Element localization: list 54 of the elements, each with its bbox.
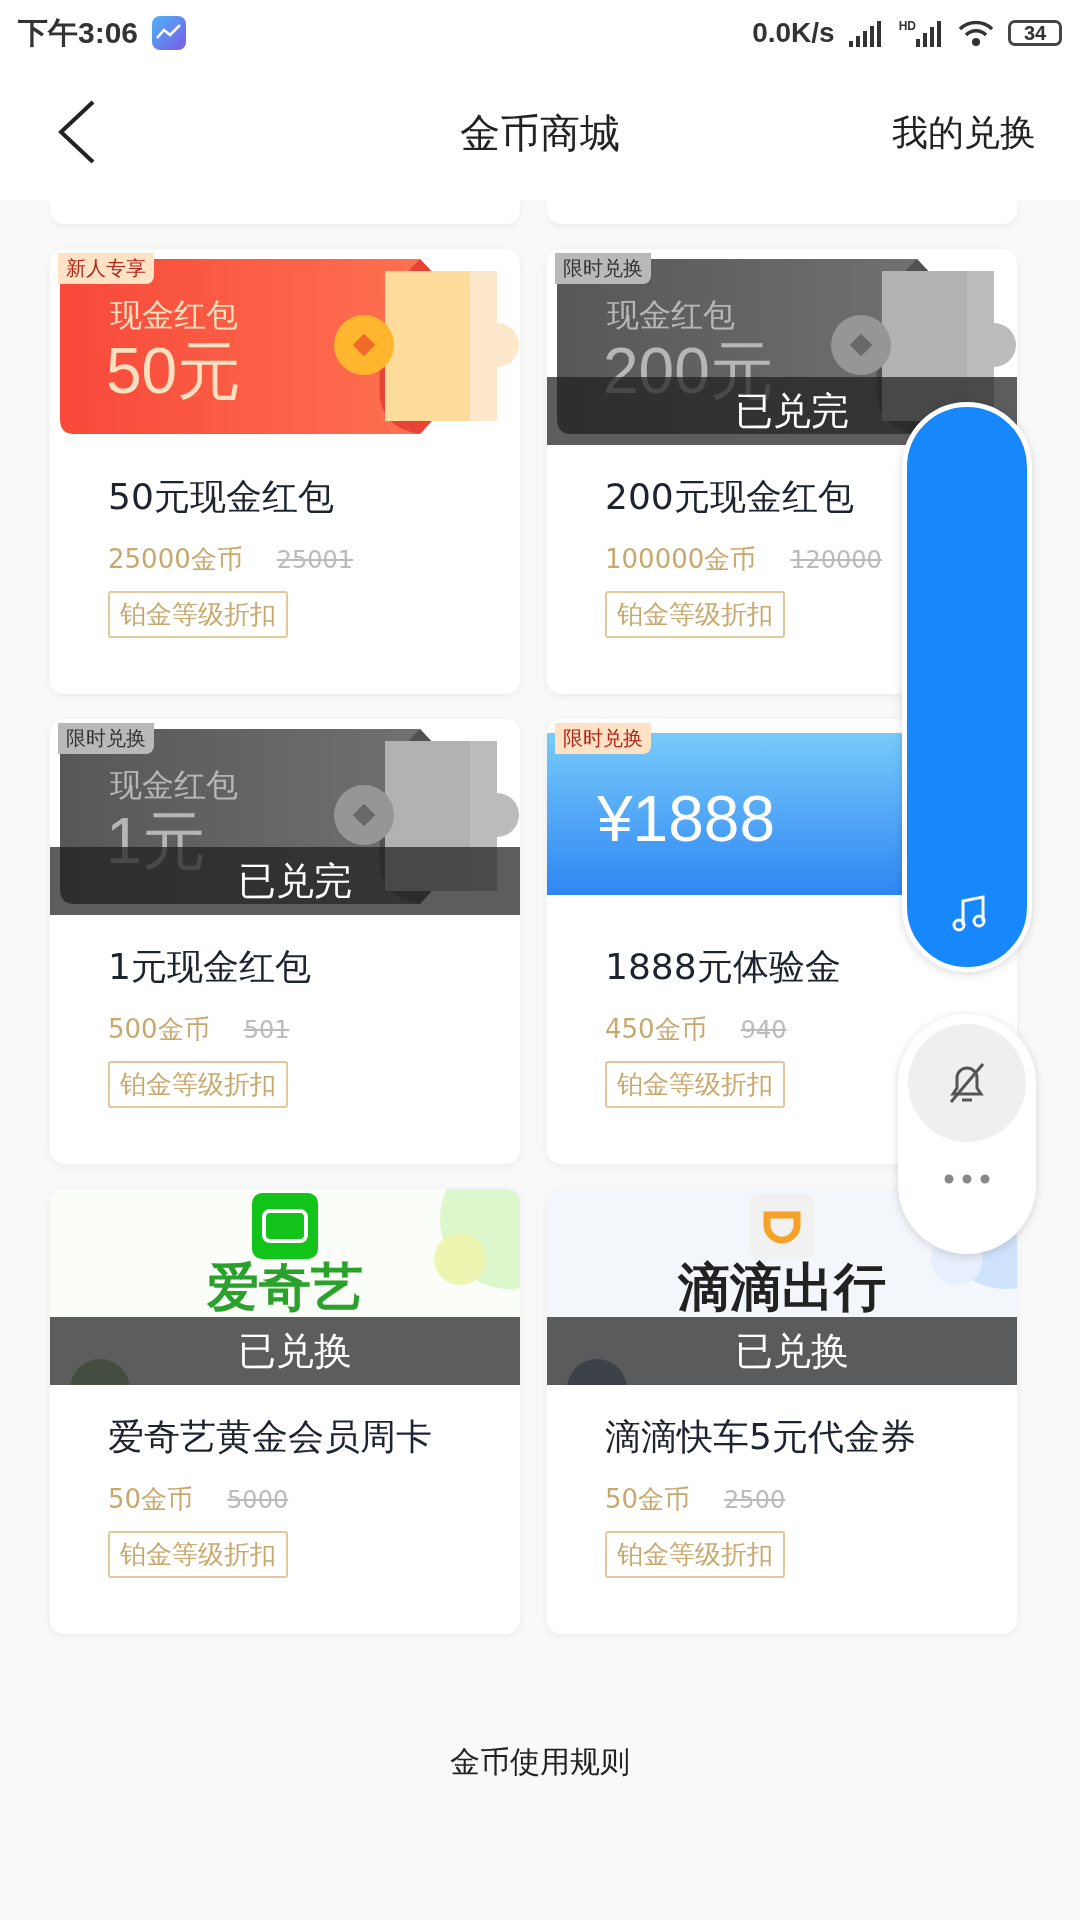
promo-tag: 限时兑换 xyxy=(58,723,154,754)
brand-name: 滴滴出行 xyxy=(678,1261,886,1313)
product-name: 200元现金红包 xyxy=(605,475,854,519)
product-name: 1888元体验金 xyxy=(605,945,841,989)
promo-tag: 新人专享 xyxy=(58,253,154,284)
original-price: 501 xyxy=(243,1016,290,1044)
banner-amount: 50元 xyxy=(106,339,242,403)
product-name: 1元现金红包 xyxy=(108,945,311,989)
coin-price: 50金币 xyxy=(605,1483,691,1516)
brand-name: 爱奇艺 xyxy=(207,1261,363,1313)
discount-badge: 铂金等级折扣 xyxy=(605,591,785,638)
banner-label: 现金红包 xyxy=(110,295,238,336)
original-price: 25001 xyxy=(276,546,354,574)
signal-icon xyxy=(916,19,944,47)
discount-badge: 铂金等级折扣 xyxy=(605,1531,785,1578)
status-time: 下午3:06 xyxy=(18,14,139,51)
discount-badge: 铂金等级折扣 xyxy=(605,1061,785,1108)
product-card[interactable]: 新人专享 现金红包 50元 50元现金红包 25000金币 25001 铂金等级折扣 xyxy=(50,249,520,694)
discount-badge: 铂金等级折扣 xyxy=(108,1531,288,1578)
product-name: 滴滴快车5元代金券 xyxy=(605,1415,916,1459)
coin-price: 450金币 xyxy=(605,1013,707,1046)
coin-price: 500金币 xyxy=(108,1013,210,1046)
original-price: 120000 xyxy=(790,546,882,574)
promo-tag: 限时兑换 xyxy=(555,253,651,284)
promo-tag: 限时兑换 xyxy=(555,723,651,754)
banner-amount: ¥1888 xyxy=(597,787,775,851)
product-card[interactable]: 爱奇艺 已兑换 爱奇艺黄金会员周卡 50金币 5000 铂金等级折扣 xyxy=(50,1189,520,1634)
wifi-icon xyxy=(958,19,994,47)
rules-link[interactable]: 金币使用规则 xyxy=(450,1742,630,1783)
original-price: 2500 xyxy=(724,1486,786,1514)
status-label: 已兑换 xyxy=(734,1327,849,1375)
discount-badge: 铂金等级折扣 xyxy=(108,1061,288,1108)
original-price: 940 xyxy=(740,1016,787,1044)
hd-label: HD xyxy=(898,19,916,33)
banner-label: 现金红包 xyxy=(110,765,238,806)
more-icon[interactable] xyxy=(942,1172,992,1186)
product-name: 50元现金红包 xyxy=(108,475,334,519)
coin-price: 100000金币 xyxy=(605,543,757,576)
my-exchanges-link[interactable]: 我的兑换 xyxy=(892,108,1036,158)
network-speed: 0.0K/s xyxy=(752,17,835,49)
original-price: 5000 xyxy=(227,1486,289,1514)
battery-indicator: 34 xyxy=(1008,20,1062,46)
banner-label: 现金红包 xyxy=(607,295,735,336)
product-name: 爱奇艺黄金会员周卡 xyxy=(108,1415,432,1459)
coin-price: 25000金币 xyxy=(108,543,243,576)
banner-amount: 1元 xyxy=(106,809,206,873)
page-title: 金币商城 xyxy=(460,108,620,158)
status-label: 已兑换 xyxy=(237,1327,352,1375)
discount-badge: 铂金等级折扣 xyxy=(108,591,288,638)
status-label: 已兑完 xyxy=(237,857,352,905)
chart-app-icon xyxy=(152,16,187,50)
coin-price: 50金币 xyxy=(108,1483,194,1516)
product-card[interactable]: 限时兑换 现金红包 1元 已兑完 1元现金红包 500金币 501 铂金等级折扣 xyxy=(50,719,520,1164)
product-card[interactable]: 滴滴出行 已兑换 滴滴快车5元代金券 50金币 2500 铂金等级折扣 xyxy=(547,1189,1017,1634)
